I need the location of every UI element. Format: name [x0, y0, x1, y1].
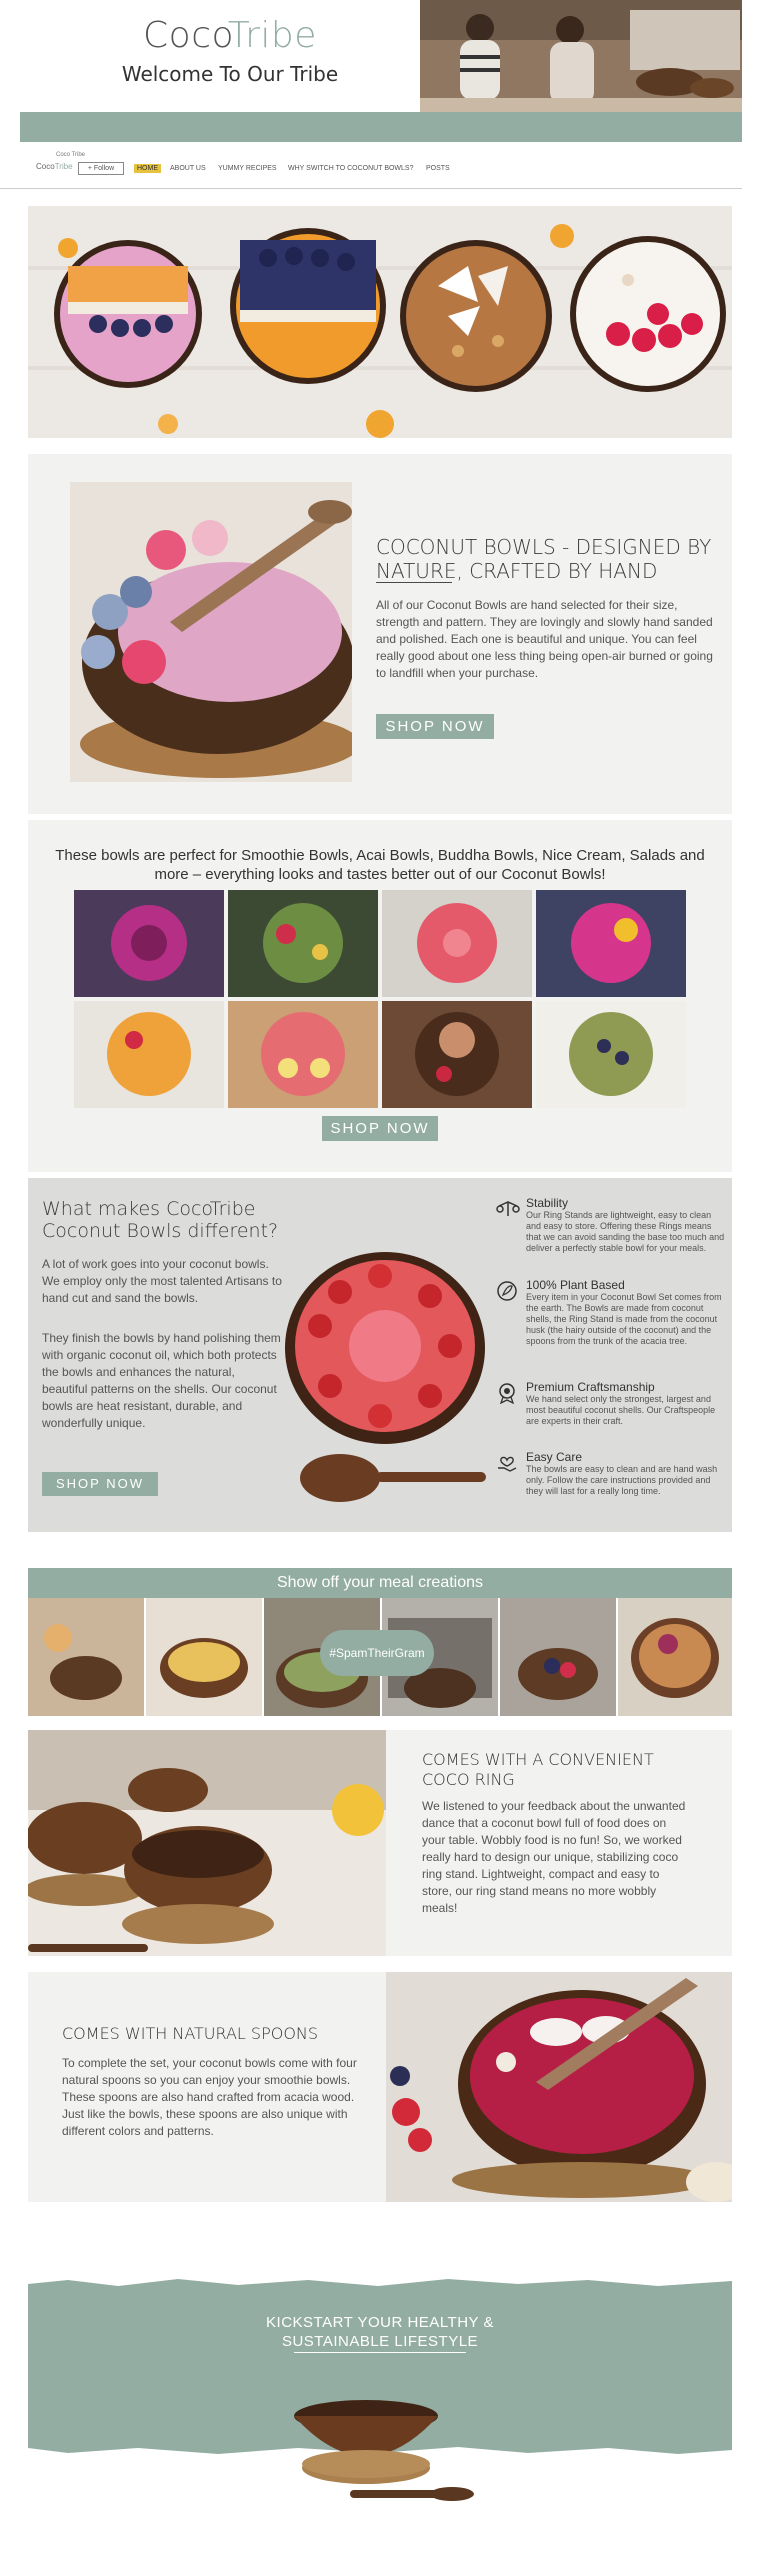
- ring-photo: [28, 1730, 386, 1956]
- nav-divider: [0, 188, 742, 189]
- different-bowl-photo: [280, 1246, 490, 1508]
- different-shop-now-button[interactable]: SHOP NOW: [42, 1472, 158, 1496]
- feature-plant-based-title: 100% Plant Based: [526, 1278, 625, 1292]
- spoons-body: To complete the set, your coconut bowls …: [62, 2056, 357, 2138]
- intro-heading: COCONUT BOWLS - DESIGNED BY NATURE, CRAF…: [376, 535, 712, 583]
- different-para-1: A lot of work goes into your coconut bow…: [42, 1257, 282, 1305]
- kickstart-underline: [294, 2352, 466, 2353]
- header-tagline: Welcome To Our Tribe: [121, 62, 339, 86]
- heart-hand-icon: [496, 1452, 518, 1474]
- header-logo[interactable]: CocoTribe: [140, 14, 320, 56]
- perfect-for-shop-now-button[interactable]: SHOP NOW: [322, 1116, 438, 1141]
- intro-shop-now-button[interactable]: SHOP NOW: [376, 714, 494, 739]
- follow-button[interactable]: + Follow: [78, 162, 124, 175]
- intro-bowl-photo: [70, 482, 352, 782]
- feature-craftsmanship-title: Premium Craftsmanship: [526, 1380, 655, 1394]
- header-sage-band: [20, 112, 742, 142]
- kickstart-bowl-photo: [280, 2386, 480, 2506]
- nav-logo-tribe: Tribe: [54, 162, 73, 171]
- spoons-photo: [386, 1972, 732, 2202]
- kickstart-line-2: SUSTAINABLE LIFESTYLE: [281, 2333, 479, 2350]
- nav-logo-coco: Coco: [36, 162, 55, 171]
- nav-logo[interactable]: CocoTribe: [36, 162, 73, 171]
- perfect-for-heading: These bowls are perfect for Smoothie Bow…: [55, 847, 705, 883]
- hero-bowls-photo: [28, 206, 732, 438]
- logo-coco-text: Coco: [143, 15, 228, 56]
- top-nav: Coco Tribe CocoTribe + Follow HOME ABOUT…: [0, 150, 742, 190]
- intro-body: All of our Coconut Bowls are hand select…: [376, 598, 713, 680]
- logo-tribe-text: Tribe: [227, 15, 317, 56]
- feature-stability-title: Stability: [526, 1196, 569, 1210]
- different-para-2: They finish the bowls by hand polishing …: [42, 1331, 281, 1430]
- recipe-photo-grid: [74, 890, 686, 1108]
- feature-easy-care-title: Easy Care: [526, 1450, 583, 1464]
- kickstart-line-1: KICKSTART YOUR HEALTHY &: [266, 2314, 494, 2331]
- feature-craftsmanship-text: We hand select only the strongest, large…: [526, 1394, 716, 1426]
- intro-heading-underline: [376, 582, 452, 583]
- header-hero-photo: [420, 0, 742, 112]
- feature-stability-text: Our Ring Stands are lightweight, easy to…: [526, 1210, 725, 1253]
- feature-easy-care-text: The bowls are easy to clean and are hand…: [526, 1464, 718, 1496]
- leaf-icon: [496, 1280, 518, 1302]
- ring-body: We listened to your feedback about the u…: [422, 1799, 686, 1915]
- nav-item-posts[interactable]: POSTS: [426, 164, 450, 173]
- spoons-heading: COMES WITH NATURAL SPOONS: [62, 2024, 319, 2043]
- balance-stand-icon: [496, 1198, 520, 1218]
- award-badge-icon: [496, 1382, 518, 1404]
- feature-plant-based-text: Every item in your Coconut Bowl Set come…: [526, 1292, 722, 1346]
- nav-item-why-switch[interactable]: WHY SWITCH TO COCONUT BOWLS?: [288, 164, 414, 173]
- site-header: CocoTribe Welcome To Our Tribe: [20, 0, 742, 142]
- nav-item-yummy-recipes[interactable]: YUMMY RECIPES: [218, 164, 277, 173]
- nav-item-home[interactable]: HOME: [134, 164, 161, 173]
- nav-item-about-us[interactable]: ABOUT US: [170, 164, 206, 173]
- spam-their-gram-badge[interactable]: #SpamTheirGram: [320, 1630, 434, 1676]
- ring-heading: COMES WITH A CONVENIENT COCO RING: [422, 1750, 654, 1789]
- gallery-heading: Show off your meal creations: [276, 1574, 484, 1591]
- different-heading: What makes CocoTribe Coconut Bowls diffe…: [42, 1198, 279, 1242]
- nav-brand-small: Coco Tribe: [56, 152, 86, 158]
